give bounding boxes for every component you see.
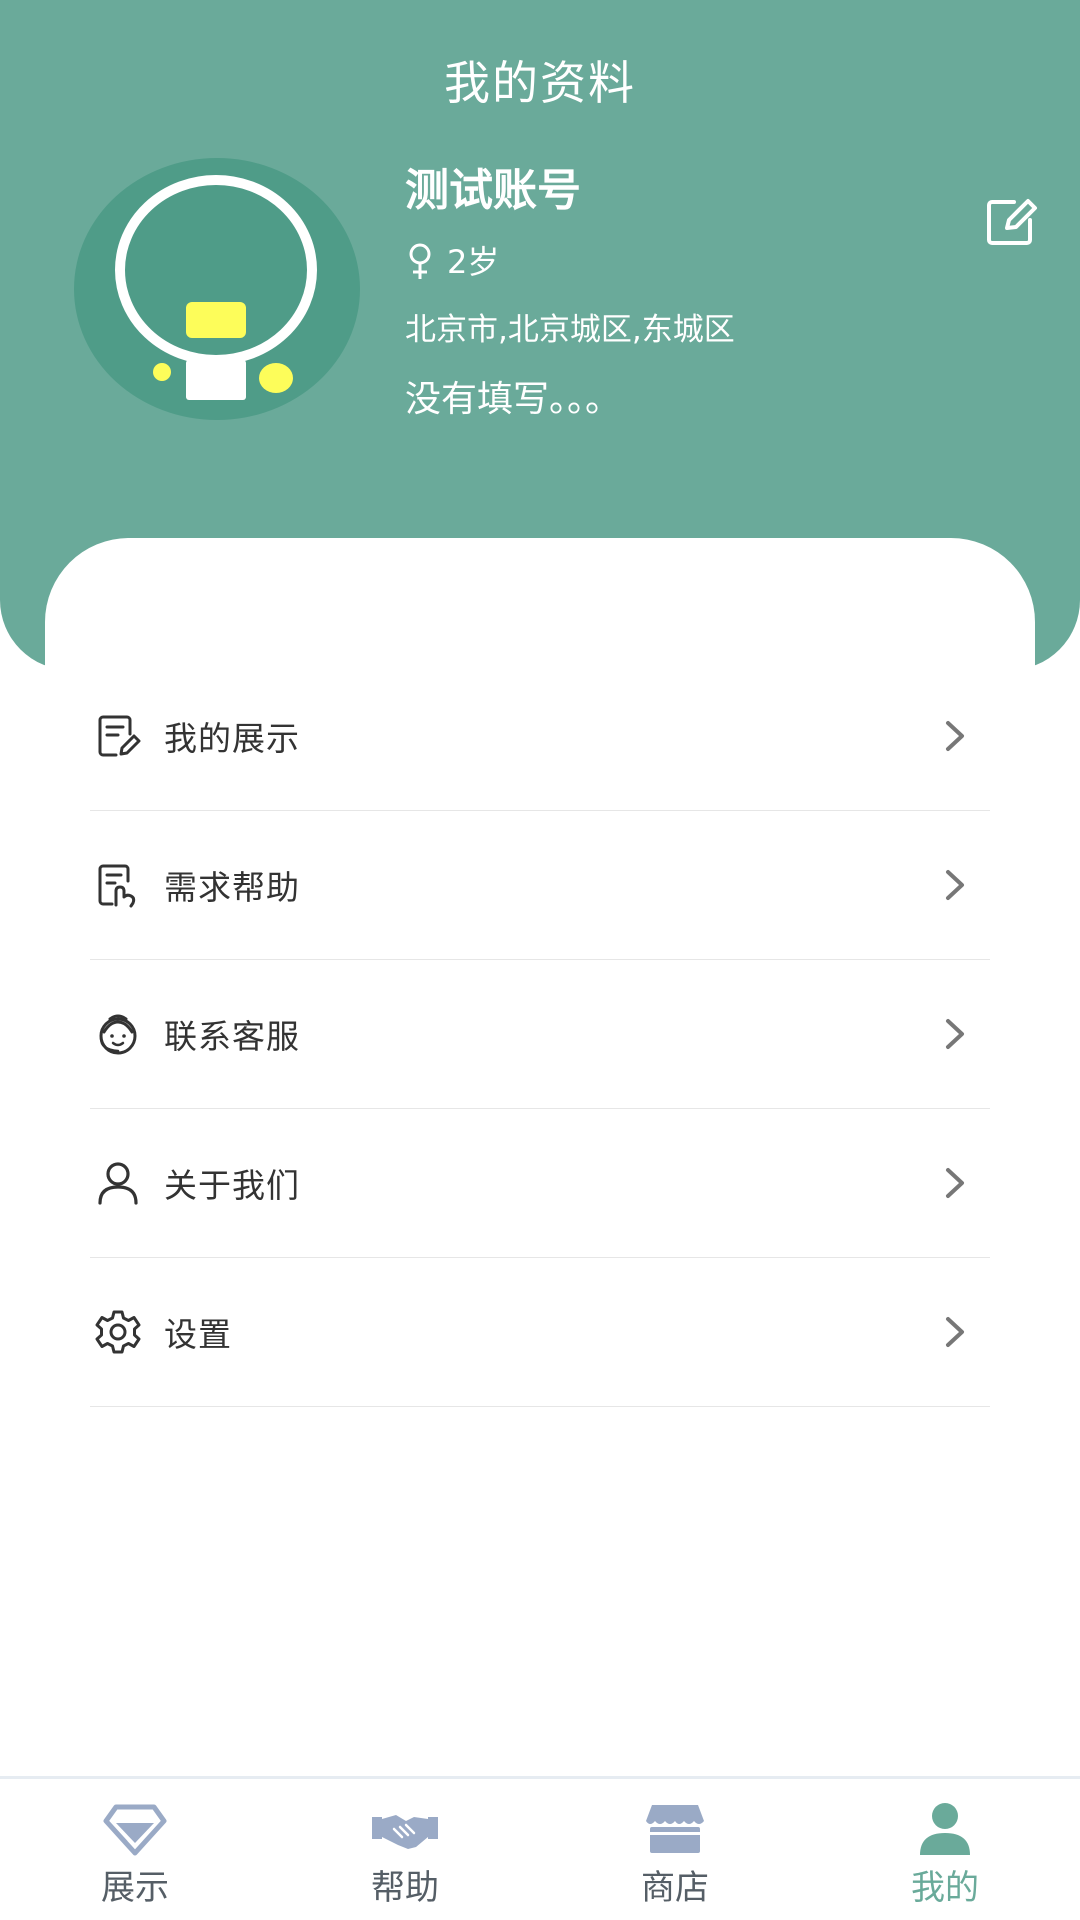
user-icon — [98, 1162, 138, 1205]
chevron-right-icon — [946, 870, 964, 900]
profile-name: 测试账号 — [405, 165, 581, 216]
menu-item-label: 我的展示 — [164, 719, 300, 758]
nav-tab-help[interactable]: 帮助 — [270, 1779, 540, 1920]
menu-item-about-us[interactable]: 关于我们 — [90, 1109, 990, 1258]
edit-document-icon — [98, 715, 141, 757]
chevron-right-icon — [946, 721, 964, 751]
chevron-right-icon — [946, 1168, 964, 1198]
profile-age: 2岁 — [447, 243, 500, 281]
person-icon — [920, 1803, 970, 1855]
shop-icon — [646, 1805, 704, 1853]
menu-item-label: 需求帮助 — [164, 868, 300, 907]
customer-service-icon — [99, 1014, 137, 1055]
page-title: 我的资料 — [444, 56, 636, 110]
diamond-icon — [103, 1804, 167, 1856]
handshake-icon — [372, 1815, 438, 1849]
chevron-right-icon — [946, 1317, 964, 1347]
profile-gender-age: 2岁 — [405, 236, 499, 288]
menu-item-request-help[interactable]: 需求帮助 — [90, 811, 990, 960]
menu-item-my-showcase[interactable]: 我的展示 — [90, 662, 990, 811]
request-document-icon — [98, 864, 136, 908]
nav-label: 展示 — [101, 1868, 169, 1908]
avatar[interactable] — [74, 158, 360, 420]
profile-bio: 没有填写。。。 — [405, 379, 622, 420]
profile-location: 北京市,北京城区,东城区 — [405, 312, 735, 348]
menu-item-label: 关于我们 — [164, 1166, 300, 1205]
nav-label: 帮助 — [371, 1868, 439, 1908]
chevron-right-icon — [946, 1019, 964, 1049]
nav-label: 商店 — [641, 1868, 709, 1908]
menu-item-label: 设置 — [164, 1315, 232, 1354]
profile-page: 我的资料 测试账号 2岁 北京市,北京城区,东城区 没有填写。。。 我的展示 需… — [0, 0, 1080, 1920]
menu-item-label: 联系客服 — [164, 1017, 300, 1056]
female-icon — [409, 243, 431, 279]
edit-profile-button[interactable] — [980, 192, 1040, 252]
gear-icon — [95, 1310, 141, 1354]
nav-label: 我的 — [911, 1868, 979, 1908]
nav-tab-mine[interactable]: 我的 — [810, 1779, 1080, 1920]
menu-item-settings[interactable]: 设置 — [90, 1258, 990, 1407]
menu-item-contact-service[interactable]: 联系客服 — [90, 960, 990, 1109]
menu-list: 我的展示 需求帮助 联系客服 关于我们 设置 — [90, 662, 990, 1407]
nav-tab-showcase[interactable]: 展示 — [0, 1779, 270, 1920]
bottom-nav: 展示 帮助 商店 我的 — [0, 1776, 1080, 1920]
nav-tab-shop[interactable]: 商店 — [540, 1779, 810, 1920]
